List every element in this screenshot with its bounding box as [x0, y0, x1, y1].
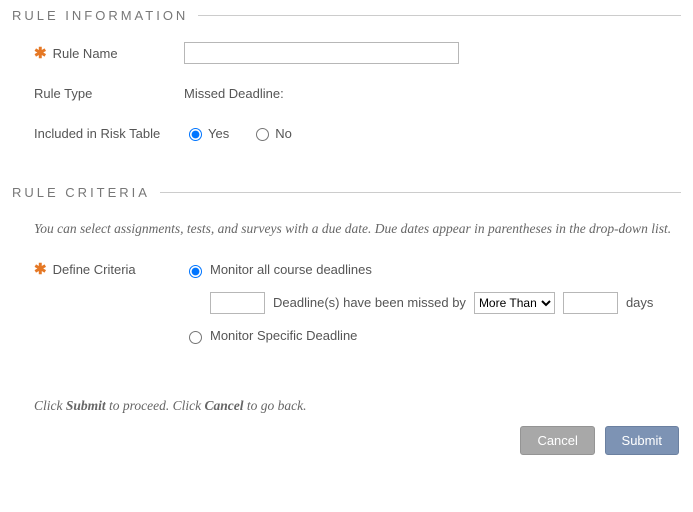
button-bar: Cancel Submit: [12, 426, 681, 455]
required-icon: ✱: [34, 262, 47, 344]
risk-yes-option[interactable]: Yes: [184, 125, 229, 141]
define-criteria-row: ✱ Define Criteria Monitor all course dea…: [34, 262, 681, 344]
rule-name-input[interactable]: [184, 42, 459, 64]
footer-cancel-word: Cancel: [205, 398, 244, 413]
cancel-button[interactable]: Cancel: [520, 426, 594, 455]
rule-information-title: RULE INFORMATION: [12, 8, 198, 23]
compare-select[interactable]: More Than: [474, 292, 555, 314]
deadline-threshold-row: Deadline(s) have been missed by More Tha…: [184, 292, 681, 314]
footer-hint: Click Submit to proceed. Click Cancel to…: [34, 398, 681, 414]
monitor-all-option[interactable]: Monitor all course deadlines: [184, 262, 681, 278]
criteria-options: Monitor all course deadlines Deadline(s)…: [184, 262, 681, 344]
rule-criteria-header: RULE CRITERIA: [12, 185, 681, 200]
days-suffix: days: [626, 295, 653, 310]
rule-type-label-col: Rule Type: [34, 86, 184, 101]
required-icon: ✱: [34, 46, 47, 61]
risk-table-label-col: Included in Risk Table: [34, 126, 184, 141]
rule-type-row: Rule Type Missed Deadline:: [34, 81, 681, 105]
monitor-specific-radio[interactable]: [189, 331, 202, 344]
monitor-specific-option[interactable]: Monitor Specific Deadline: [184, 328, 681, 344]
rule-criteria-fields: You can select assignments, tests, and s…: [12, 218, 681, 364]
deadline-count-input[interactable]: [210, 292, 265, 314]
risk-yes-radio[interactable]: [189, 128, 202, 141]
monitor-all-label: Monitor all course deadlines: [210, 262, 372, 277]
footer-hint-text: to proceed. Click: [106, 398, 205, 413]
risk-table-row: Included in Risk Table Yes No: [34, 121, 681, 145]
deadline-phrase: Deadline(s) have been missed by: [273, 295, 466, 310]
days-input[interactable]: [563, 292, 618, 314]
risk-no-option[interactable]: No: [251, 125, 292, 141]
monitor-all-radio[interactable]: [189, 265, 202, 278]
risk-yes-label: Yes: [208, 126, 229, 141]
monitor-specific-label: Monitor Specific Deadline: [210, 328, 357, 343]
rule-information-fields: ✱ Rule Name Rule Type Missed Deadline: I…: [12, 41, 681, 169]
footer-hint-text: to go back.: [244, 398, 307, 413]
define-criteria-label: Define Criteria: [53, 262, 136, 344]
submit-button[interactable]: Submit: [605, 426, 679, 455]
define-criteria-label-col: ✱ Define Criteria: [34, 262, 184, 344]
criteria-hint: You can select assignments, tests, and s…: [34, 218, 681, 240]
rule-name-row: ✱ Rule Name: [34, 41, 681, 65]
risk-table-label: Included in Risk Table: [34, 126, 160, 141]
risk-no-label: No: [275, 126, 292, 141]
rule-name-label-col: ✱ Rule Name: [34, 46, 184, 61]
rule-criteria-title: RULE CRITERIA: [12, 185, 160, 200]
divider: [198, 15, 681, 16]
divider: [160, 192, 681, 193]
rule-type-label: Rule Type: [34, 86, 92, 101]
rule-information-header: RULE INFORMATION: [12, 8, 681, 23]
footer-submit-word: Submit: [66, 398, 106, 413]
footer-hint-text: Click: [34, 398, 66, 413]
risk-no-radio[interactable]: [256, 128, 269, 141]
rule-type-value: Missed Deadline:: [184, 86, 284, 101]
rule-name-label: Rule Name: [53, 46, 118, 61]
